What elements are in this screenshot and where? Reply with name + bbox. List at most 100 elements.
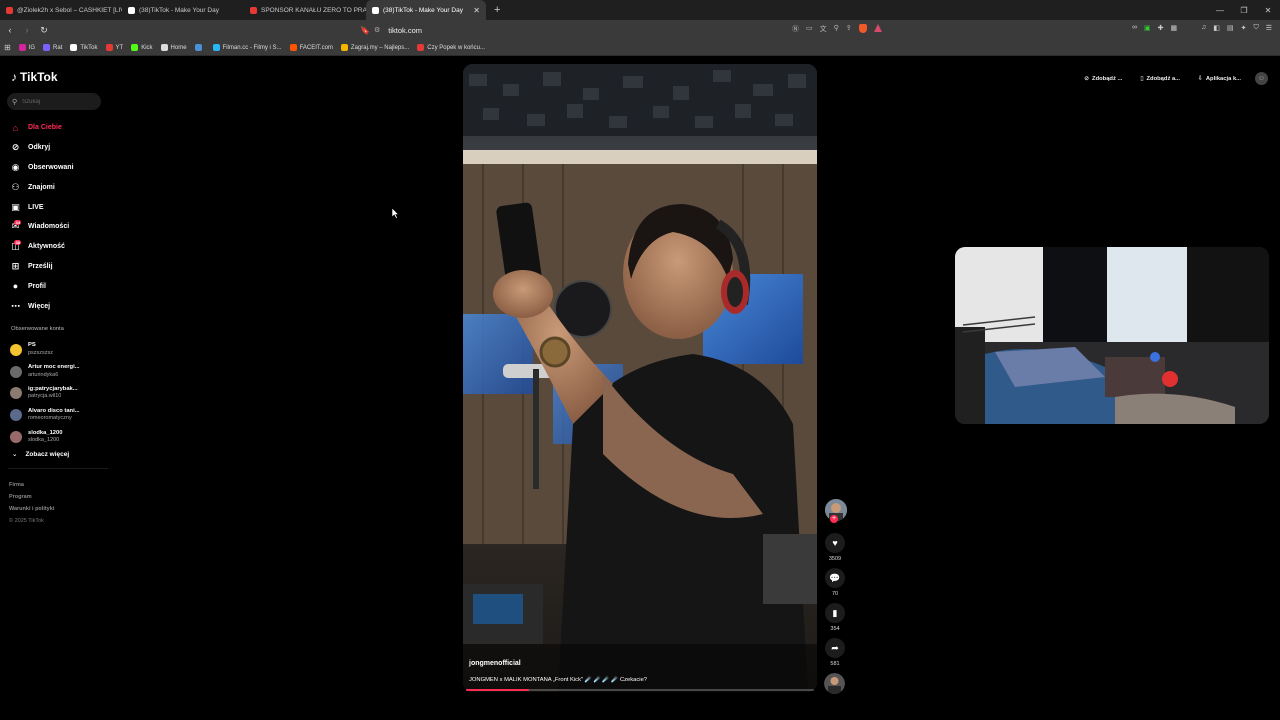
reader-icon[interactable]: Ⓝ (792, 24, 799, 34)
bookmark-item[interactable]: Filman.cc - Filmy i S... (212, 44, 282, 51)
account-name: slodka_1200 (28, 429, 63, 436)
leo-icon[interactable]: ✦ (1241, 24, 1247, 32)
followed-account[interactable]: PS pszszszsz (10, 339, 110, 361)
extension-green-icon[interactable]: ▣ (1144, 24, 1151, 32)
sidebar-item-label: Odkryj (28, 144, 51, 152)
site-info-icon[interactable]: ⚙ (374, 26, 380, 34)
footer-link-terms[interactable]: Warunki i polityki (9, 503, 54, 515)
wallet-icon[interactable]: ▤ (1227, 24, 1234, 32)
divider (8, 468, 108, 469)
comment-icon[interactable]: 💬 (825, 568, 845, 588)
bookmark-item[interactable]: Czy Popek w końcu... (417, 44, 485, 51)
video-progress-bar[interactable] (466, 689, 814, 691)
footer-link-company[interactable]: Firma (9, 479, 54, 491)
translate-icon[interactable]: 文 (820, 24, 827, 34)
sidebar-item[interactable]: ◫ 38 Aktywność (10, 237, 110, 257)
share-icon[interactable]: ⇪ (846, 24, 852, 34)
sidebar-item[interactable]: ▣ LIVE (10, 197, 110, 217)
heart-icon[interactable]: ♥ (825, 533, 845, 553)
bookmark-item[interactable]: Home (160, 44, 187, 51)
install-icon[interactable]: ▭ (806, 24, 813, 34)
chevron-down-icon: ⌄ (12, 451, 18, 458)
menu-icon[interactable]: ☰ (1266, 24, 1272, 32)
see-more-label: Zobacz więcej (25, 450, 70, 458)
webcam-image (955, 247, 1269, 424)
reload-icon[interactable]: ↻ (37, 23, 51, 37)
screenshot-icon[interactable]: ▦ (1170, 24, 1177, 32)
footer: Firma Program Warunki i polityki © 2025 … (9, 479, 54, 527)
sidebar-item[interactable]: ⊘ Odkryj (10, 138, 110, 158)
followed-account[interactable]: slodka_1200 slodka_1200 (10, 426, 110, 448)
video-player[interactable] (463, 64, 817, 692)
sidebar-icon[interactable]: ◧ (1213, 24, 1220, 32)
sidebar-item-label: Dla Ciebie (28, 124, 62, 132)
music-disc-icon[interactable] (824, 673, 845, 694)
search-box[interactable]: ⚲ (7, 93, 101, 110)
forward-icon[interactable]: › (20, 23, 34, 37)
browser-tab[interactable]: SPONSOR KANAŁU ZERO TO PRALNI (244, 0, 366, 20)
minimize-icon[interactable]: — (1208, 0, 1232, 20)
followed-account[interactable]: Artur moc energi... arturindyka6 (10, 361, 110, 383)
followed-account[interactable]: ig:patrycjarybak... patrycja.wil10 (10, 383, 110, 405)
avatar (10, 409, 22, 422)
bookmark-item[interactable] (194, 44, 205, 51)
followed-account[interactable]: Alvaro disco tani... romeoromatyczny (10, 404, 110, 426)
follow-plus-icon[interactable]: + (830, 515, 838, 523)
url-text: tiktok.com (388, 25, 423, 35)
bookmark-item[interactable]: Kick (131, 44, 153, 51)
media-icon[interactable]: ♫ (1201, 24, 1206, 32)
sidebar-item[interactable]: ✉ 34 Wiadomości (10, 217, 110, 237)
user-avatar[interactable]: ☺ (1255, 72, 1268, 85)
account-name: Artur moc energi... (28, 364, 80, 371)
browser-tab[interactable]: (38)TikTok - Make Your Day ✕ (366, 0, 486, 20)
bookmark-label: Filman.cc - Filmy i S... (222, 44, 282, 51)
bookmark-icon[interactable]: ▮ (825, 603, 845, 623)
rewards-icon[interactable] (873, 24, 882, 32)
bookmark-label: Czy Popek w końcu... (427, 44, 485, 51)
tab-title: SPONSOR KANAŁU ZERO TO PRALNI (261, 6, 366, 14)
get-app-button[interactable]: ▯ Zdobądź a... (1136, 76, 1184, 82)
browser-tab[interactable]: @Ziolek2h x Sebol – CASHKIET [LIVE] (0, 0, 122, 20)
back-icon[interactable]: ‹ (3, 23, 17, 37)
sidebar-item[interactable]: ⋯ Więcej (10, 296, 110, 316)
search-icon: ⚲ (12, 98, 18, 106)
coin-icon: ⊘ (1084, 75, 1090, 82)
get-coins-button[interactable]: ⊘ Zdobądź ... (1080, 76, 1126, 82)
share-arrow-icon[interactable]: ➦ (825, 638, 845, 658)
sidebar-item[interactable]: ⌂ Dla Ciebie (10, 118, 110, 138)
bookmark-item[interactable]: Zagraj.my – Najleps... (340, 44, 409, 51)
desktop-app-button[interactable]: ⇩ Aplikacja k... (1194, 76, 1245, 82)
restore-icon[interactable]: ❐ (1232, 0, 1256, 20)
share-count: 581 (830, 661, 840, 667)
close-window-icon[interactable]: ✕ (1256, 0, 1280, 20)
new-tab-button[interactable]: + (486, 4, 508, 16)
sidebar-item[interactable]: ⊞ Prześlij (10, 257, 110, 277)
bookmark-favicon-icon (194, 44, 202, 51)
sidebar-item[interactable]: ◉ Obserwowani (10, 158, 110, 178)
sidebar-item-label: Znajomi (28, 183, 55, 191)
bookmark-item[interactable]: TikTok (70, 44, 98, 51)
sidebar-item[interactable]: ⚇ Znajomi (10, 177, 110, 197)
brave-shield-icon[interactable] (858, 24, 867, 33)
video-username[interactable]: jongmenofficial (469, 660, 521, 667)
tab-favicon-icon (128, 6, 135, 14)
footer-link-program[interactable]: Program (9, 491, 54, 503)
browser-tab[interactable]: (38)TikTok - Make Your Day (122, 0, 244, 20)
bookmark-item[interactable]: IG (18, 44, 35, 51)
vpn-icon[interactable]: ⛉ (1253, 24, 1258, 32)
bookmark-item[interactable]: Rat (43, 44, 62, 51)
puzzle-icon[interactable]: ✚ (1158, 24, 1164, 32)
account-text: Artur moc energi... arturindyka6 (28, 364, 80, 379)
bookmark-item[interactable]: YT (105, 44, 123, 51)
apps-grid-icon[interactable]: ⊞ (4, 43, 11, 52)
see-more-button[interactable]: ⌄ Zobacz więcej (12, 450, 70, 459)
zoom-icon[interactable]: ⚲ (834, 24, 839, 34)
sidebar-item[interactable]: ● Profil (10, 276, 110, 296)
bookmark-item[interactable]: FACEIT.com (289, 44, 333, 51)
account-handle: patrycja.wil10 (28, 393, 62, 400)
extension-icon[interactable]: ∞ (1132, 24, 1137, 32)
tiktok-logo[interactable]: ♪ TikTok (11, 70, 58, 84)
following-list: PS pszszszsz Artur moc energi... arturindyk… (10, 339, 110, 448)
search-input[interactable] (22, 98, 93, 105)
tab-close-icon[interactable]: ✕ (473, 6, 480, 15)
